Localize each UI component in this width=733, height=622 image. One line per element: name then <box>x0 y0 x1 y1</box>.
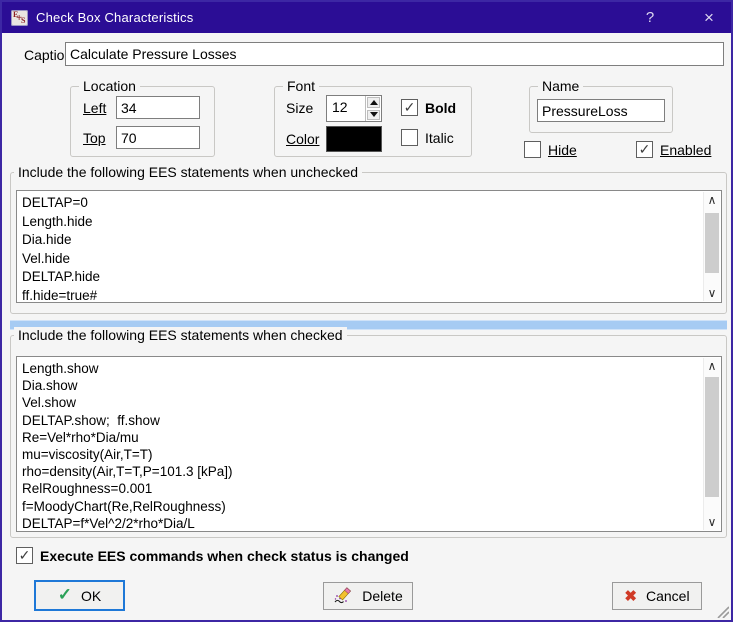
name-group-title: Name <box>538 78 583 94</box>
code-line: ff.hide=true# <box>22 287 702 302</box>
code-line: rho=density(Air,T=T,P=101.3 [kPa]) <box>22 463 702 480</box>
code-line: Length.hide <box>22 213 702 232</box>
enabled-checkbox[interactable]: ✓ <box>636 141 653 158</box>
font-size-spinner[interactable]: 12 <box>326 95 382 122</box>
check-icon: ✓ <box>19 548 31 562</box>
scroll-down-icon[interactable]: ∨ <box>704 514 720 530</box>
unchecked-statements-editor[interactable]: DELTAP=0Length.hideDia.hideVel.hideDELTA… <box>16 190 722 303</box>
scrollbar-thumb[interactable] <box>705 377 719 497</box>
italic-checkbox[interactable] <box>401 129 418 146</box>
location-group: Location Left 34 Top 70 <box>70 86 215 157</box>
delete-eraser-icon <box>333 586 353 606</box>
spin-down-icon <box>370 112 378 117</box>
unchecked-statements-text: DELTAP=0Length.hideDia.hideVel.hideDELTA… <box>17 192 702 301</box>
ok-check-icon: ✓ <box>58 585 72 605</box>
titlebar[interactable]: E + S Check Box Characteristics ? × <box>2 2 731 33</box>
size-label: Size <box>286 100 313 116</box>
font-color-swatch[interactable] <box>326 126 382 152</box>
window-title: Check Box Characteristics <box>36 10 193 25</box>
scroll-up-icon[interactable]: ∧ <box>704 192 720 208</box>
ees-app-icon: E + S <box>11 10 28 26</box>
help-button[interactable]: ? <box>630 2 670 33</box>
scrollbar-thumb[interactable] <box>705 213 719 273</box>
cancel-x-icon: ✖ <box>624 587 637 605</box>
italic-label: Italic <box>425 130 454 146</box>
code-line: Dia.hide <box>22 231 702 250</box>
ok-button[interactable]: ✓ OK <box>34 580 125 611</box>
execute-checkbox[interactable]: ✓ <box>16 547 33 564</box>
hide-checkbox[interactable] <box>524 141 541 158</box>
code-line: Length.show <box>22 360 702 377</box>
execute-label: Execute EES commands when check status i… <box>40 548 409 564</box>
checked-statements-editor[interactable]: Length.showDia.showVel.showDELTAP.show; … <box>16 356 722 532</box>
checked-group-title: Include the following EES statements whe… <box>14 327 347 343</box>
caption-input[interactable]: Calculate Pressure Losses <box>65 42 724 66</box>
code-line: Vel.show <box>22 394 702 411</box>
code-line: Re=Vel*rho*Dia/mu <box>22 429 702 446</box>
check-icon: ✓ <box>639 142 651 156</box>
hide-label: Hide <box>548 142 577 158</box>
cancel-button-label: Cancel <box>646 588 690 604</box>
name-input[interactable]: PressureLoss <box>537 99 665 122</box>
left-input[interactable]: 34 <box>116 96 200 119</box>
checkbox-characteristics-dialog: E + S Check Box Characteristics ? × Capt… <box>0 0 733 622</box>
code-line: RelRoughness=0.001 <box>22 480 702 497</box>
spin-down-button[interactable] <box>367 110 380 121</box>
scroll-down-icon[interactable]: ∨ <box>704 285 720 301</box>
scroll-up-icon[interactable]: ∧ <box>704 358 720 374</box>
top-input[interactable]: 70 <box>116 126 200 149</box>
font-group: Font Size 12 ✓ Bold Color Italic <box>274 86 472 157</box>
code-line: Vel.hide <box>22 250 702 269</box>
unchecked-statements-group: Include the following EES statements whe… <box>10 172 727 314</box>
code-line: f=MoodyChart(Re,RelRoughness) <box>22 498 702 515</box>
close-icon[interactable]: × <box>685 2 733 33</box>
check-icon: ✓ <box>404 100 416 114</box>
unchecked-scrollbar[interactable]: ∧ ∨ <box>703 192 720 301</box>
spin-up-button[interactable] <box>367 97 380 108</box>
color-label[interactable]: Color <box>286 131 319 147</box>
code-line: DELTAP=f*Vel^2/2*rho*Dia/L <box>22 515 702 530</box>
checked-statements-group: Include the following EES statements whe… <box>10 335 727 538</box>
bold-label: Bold <box>425 100 456 116</box>
enabled-label: Enabled <box>660 142 711 158</box>
code-line: DELTAP=0 <box>22 194 702 213</box>
checked-statements-text: Length.showDia.showVel.showDELTAP.show; … <box>17 358 702 530</box>
spin-buttons <box>365 96 381 121</box>
icon-letter: S <box>21 17 25 25</box>
code-line: DELTAP.hide <box>22 268 702 287</box>
name-group: Name PressureLoss <box>529 86 673 133</box>
code-line: mu=viscosity(Air,T=T) <box>22 446 702 463</box>
code-line: Dia.show <box>22 377 702 394</box>
top-label: Top <box>83 130 106 146</box>
code-line: DELTAP.show; ff.show <box>22 412 702 429</box>
delete-button[interactable]: Delete <box>323 582 413 610</box>
delete-button-label: Delete <box>362 588 402 604</box>
cancel-button[interactable]: ✖ Cancel <box>612 582 702 610</box>
spin-up-icon <box>370 100 378 105</box>
left-label: Left <box>83 100 106 116</box>
ok-button-label: OK <box>81 588 101 604</box>
font-size-value: 12 <box>327 96 365 121</box>
location-group-title: Location <box>79 78 140 94</box>
bold-checkbox[interactable]: ✓ <box>401 99 418 116</box>
checked-scrollbar[interactable]: ∧ ∨ <box>703 358 720 530</box>
font-group-title: Font <box>283 78 319 94</box>
unchecked-group-title: Include the following EES statements whe… <box>14 164 362 180</box>
resize-grip[interactable] <box>714 603 729 618</box>
